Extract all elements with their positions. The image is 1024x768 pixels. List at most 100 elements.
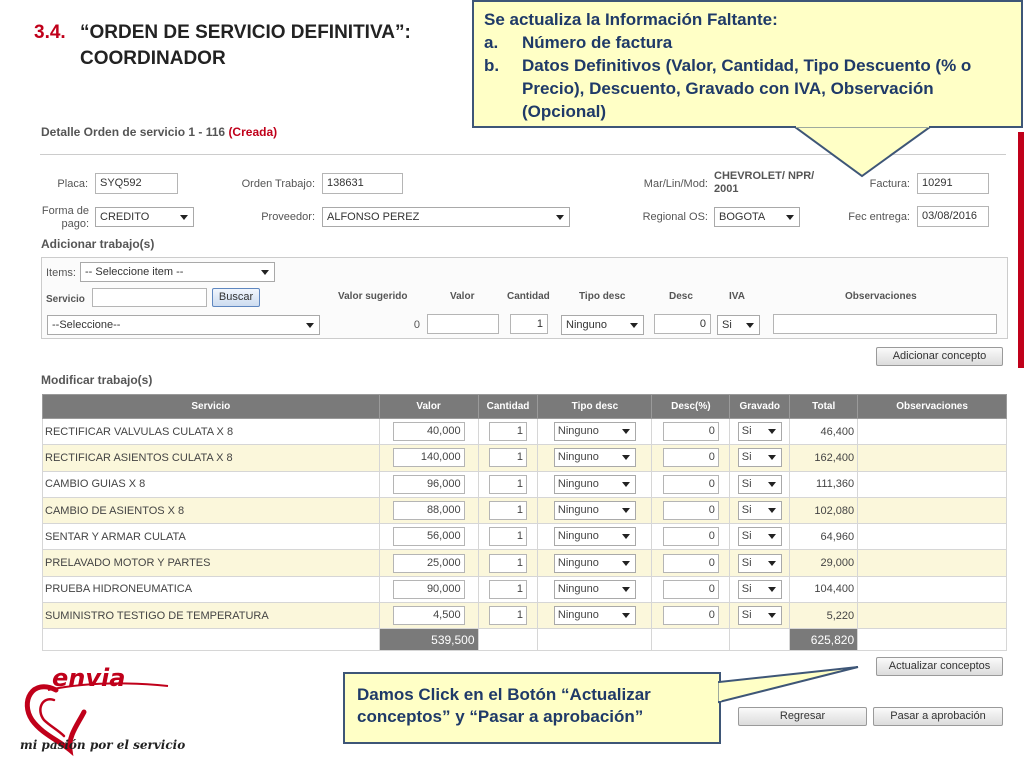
cell-servicio: SUMINISTRO TESTIGO DE TEMPERATURA — [42, 602, 380, 630]
cell-tipo-desc: Ninguno — [537, 470, 653, 498]
regresar-button[interactable]: Regresar — [738, 707, 867, 726]
order-status: (Creada) — [228, 125, 278, 139]
callout-bottom-text: Damos Click en el Botón “Actualizar conc… — [357, 685, 651, 726]
iva-select[interactable]: Si — [717, 315, 760, 335]
cell-observaciones — [857, 602, 1007, 630]
cantidad-input[interactable]: 1 — [489, 422, 528, 442]
tipo-desc-value: Ninguno — [557, 556, 599, 569]
footer-blank — [537, 628, 653, 652]
valor-input[interactable]: 56,000 — [392, 527, 465, 547]
tipo-desc-select[interactable]: Ninguno — [553, 474, 636, 494]
valor-input[interactable] — [427, 314, 499, 334]
col-header-tipo-desc: Tipo desc — [537, 394, 653, 419]
adicionar-concepto-button[interactable]: Adicionar concepto — [876, 347, 1003, 366]
proveedor-select[interactable]: ALFONSO PEREZ — [322, 207, 570, 227]
tipo-desc-select[interactable]: Ninguno — [553, 527, 636, 547]
orden-trabajo-field[interactable]: 138631 — [322, 173, 403, 194]
servicio-select[interactable]: --Seleccione-- — [47, 315, 320, 335]
cell-servicio: CAMBIO GUIAS X 8 — [42, 470, 380, 498]
gravado-value: Si — [741, 556, 752, 569]
desc-input[interactable]: 0 — [662, 606, 719, 626]
col-observaciones: Observaciones — [845, 291, 917, 302]
cell-gravado: Si — [729, 496, 791, 525]
cantidad-input[interactable]: 1 — [489, 606, 528, 626]
factura-field[interactable]: 10291 — [917, 173, 989, 194]
desc-input[interactable]: 0 — [654, 314, 711, 334]
desc-input[interactable]: 0 — [662, 474, 719, 494]
cell-total: 104,400 — [789, 575, 859, 604]
valor-input[interactable]: 40,000 — [392, 422, 465, 442]
table-row: CAMBIO DE ASIENTOS X 8 88,000 1 Ninguno 0 Si 1… — [42, 496, 1007, 525]
valor-input[interactable]: 90,000 — [392, 579, 465, 599]
cell-tipo-desc: Ninguno — [537, 549, 653, 577]
tipo-desc-select[interactable]: Ninguno — [553, 606, 636, 626]
regional-value: BOGOTA — [719, 211, 766, 223]
gravado-select[interactable]: Si — [737, 606, 782, 626]
placa-field[interactable]: SYQ592 — [95, 173, 178, 194]
gravado-select[interactable]: Si — [737, 579, 782, 599]
cell-cantidad: 1 — [477, 444, 539, 472]
desc-input[interactable]: 0 — [662, 527, 719, 547]
cantidad-input[interactable]: 1 — [489, 448, 528, 468]
cell-servicio: RECTIFICAR VALVULAS CULATA X 8 — [42, 417, 380, 446]
regional-select[interactable]: BOGOTA — [714, 207, 800, 227]
col-desc: Desc — [669, 291, 693, 302]
observaciones-input[interactable] — [773, 314, 997, 334]
gravado-select[interactable]: Si — [737, 553, 782, 573]
gravado-select[interactable]: Si — [737, 422, 782, 442]
callout-top: Se actualiza la Información Faltante: a.… — [472, 0, 1023, 128]
tipo-desc-select[interactable]: Ninguno — [553, 422, 636, 442]
cantidad-input[interactable]: 1 — [489, 474, 528, 494]
gravado-select[interactable]: Si — [737, 527, 782, 547]
chevron-down-icon — [261, 270, 269, 275]
gravado-select[interactable]: Si — [737, 474, 782, 494]
valor-input[interactable]: 4,500 — [392, 606, 465, 626]
desc-input[interactable]: 0 — [662, 501, 719, 521]
tipo-desc-select[interactable]: Ninguno — [553, 553, 636, 573]
chevron-down-icon — [767, 534, 776, 540]
valor-input[interactable]: 25,000 — [392, 553, 465, 573]
items-select[interactable]: -- Seleccione item -- — [80, 262, 275, 282]
cantidad-input[interactable]: 1 — [510, 314, 548, 334]
table-row: SUMINISTRO TESTIGO DE TEMPERATURA 4,500 1 N… — [42, 602, 1007, 630]
servicio-search-input[interactable] — [92, 288, 207, 307]
fec-entrega-field[interactable]: 03/08/2016 — [917, 206, 989, 227]
tipo-desc-select[interactable]: Ninguno — [553, 501, 636, 521]
footer-blank — [42, 628, 380, 652]
marlinmod-label: Mar/Lin/Mod: — [643, 178, 708, 190]
tipo-desc-select[interactable]: Ninguno — [553, 448, 636, 468]
valor-input[interactable]: 96,000 — [392, 474, 465, 494]
pasar-aprobacion-button[interactable]: Pasar a aprobación — [873, 707, 1003, 726]
valor-input[interactable]: 140,000 — [392, 448, 465, 468]
desc-input[interactable]: 0 — [662, 422, 719, 442]
gravado-value: Si — [741, 425, 752, 438]
desc-input[interactable]: 0 — [662, 579, 719, 599]
cantidad-input[interactable]: 1 — [489, 553, 528, 573]
gravado-select[interactable]: Si — [737, 448, 782, 468]
desc-input[interactable]: 0 — [662, 448, 719, 468]
cantidad-input[interactable]: 1 — [489, 579, 528, 599]
chevron-down-icon — [767, 560, 776, 566]
tipo-desc-select[interactable]: Ninguno — [553, 579, 636, 599]
col-header-servicio: Servicio — [42, 394, 380, 419]
gravado-select[interactable]: Si — [737, 501, 782, 521]
cell-cantidad: 1 — [477, 496, 539, 525]
cell-valor: 140,000 — [378, 444, 479, 472]
cantidad-input[interactable]: 1 — [489, 501, 528, 521]
cantidad-input[interactable]: 1 — [489, 527, 528, 547]
valor-input[interactable]: 88,000 — [392, 501, 465, 521]
tipo-desc-select[interactable]: Ninguno — [561, 315, 644, 335]
actualizar-conceptos-button[interactable]: Actualizar conceptos — [876, 657, 1003, 676]
desc-input[interactable]: 0 — [662, 553, 719, 573]
proveedor-label: Proveedor: — [261, 211, 315, 223]
col-header-valor: Valor — [378, 394, 479, 419]
buscar-button[interactable]: Buscar — [212, 288, 260, 307]
cell-total: 5,220 — [789, 602, 859, 630]
logo-wordmark: envia — [52, 664, 125, 692]
chevron-down-icon — [746, 323, 754, 328]
table-footer-row: 539,500 625,820 — [42, 628, 1007, 652]
forma-pago-select[interactable]: CREDITO — [95, 207, 194, 227]
tipo-desc-value: Ninguno — [557, 582, 599, 595]
cell-cantidad: 1 — [477, 549, 539, 577]
table-row: PRUEBA HIDRONEUMATICA 90,000 1 Ninguno 0 Si 10… — [42, 575, 1007, 604]
